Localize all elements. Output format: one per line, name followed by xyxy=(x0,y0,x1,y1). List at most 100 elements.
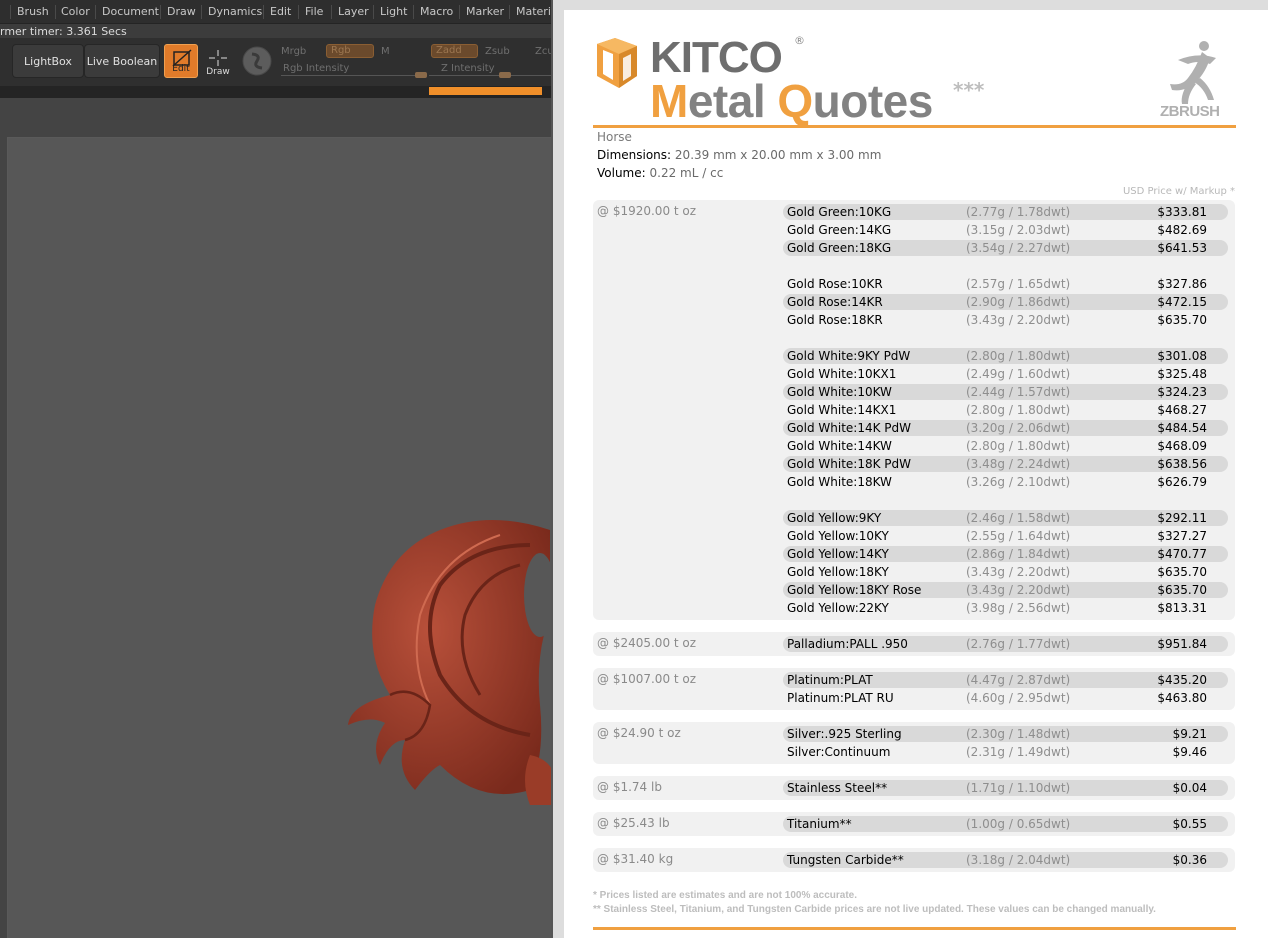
alloy-price: $9.46 xyxy=(1172,745,1207,759)
alloy-name: Gold Yellow:10KY xyxy=(787,529,889,543)
edit-label: Edit xyxy=(172,64,190,74)
mrgb-label[interactable]: Mrgb xyxy=(281,46,306,57)
rgb-intensity-label: Rgb Intensity xyxy=(283,63,350,74)
m-label[interactable]: M xyxy=(381,46,390,57)
lightbox-button[interactable]: LightBox xyxy=(12,44,84,78)
menu-separator xyxy=(160,5,161,19)
zbrush-wordmark: ZBRUSH xyxy=(1160,103,1220,120)
rgb-toggle[interactable]: Rgb xyxy=(326,44,374,58)
menu-separator xyxy=(201,5,202,19)
menu-separator xyxy=(10,5,11,19)
menu-separator xyxy=(413,5,414,19)
dimensions-value: 20.39 mm x 20.00 mm x 3.00 mm xyxy=(674,148,882,162)
alloy-price: $470.77 xyxy=(1157,547,1207,561)
quote-row: Stainless Steel** (1.71g / 1.10dwt) $0.04 xyxy=(783,780,1228,796)
title-etal: etal xyxy=(687,75,778,127)
horse-mane-model[interactable] xyxy=(330,505,556,805)
menu-dynamics[interactable]: Dynamics xyxy=(208,5,262,18)
registered-mark: ® xyxy=(794,34,805,47)
quote-row: Gold Yellow:22KY (3.98g / 2.56dwt) $813.31 xyxy=(783,600,1228,616)
quote-row: Gold Rose:14KR (2.90g / 1.86dwt) $472.15 xyxy=(783,294,1228,310)
edit-mode-button[interactable]: Edit xyxy=(164,44,198,78)
quote-row: Gold Yellow:10KY (2.55g / 1.64dwt) $327.27 xyxy=(783,528,1228,544)
menu-color[interactable]: Color xyxy=(61,5,90,18)
alloy-name: Titanium** xyxy=(787,817,852,831)
alloy-weight: (3.48g / 2.24dwt) xyxy=(966,457,1071,471)
alloy-weight: (2.46g / 1.58dwt) xyxy=(966,511,1071,525)
menu-file[interactable]: File xyxy=(305,5,323,18)
alloy-price: $9.21 xyxy=(1172,727,1207,741)
quote-row: Gold Rose:18KR (3.43g / 2.20dwt) $635.70 xyxy=(783,312,1228,328)
title-stars: *** xyxy=(953,78,985,102)
quote-row: Gold Green:18KG (3.54g / 2.27dwt) $641.53 xyxy=(783,240,1228,256)
footnote-manual-prices: ** Stainless Steel, Titanium, and Tungst… xyxy=(593,904,1156,915)
usd-price-note: USD Price w/ Markup * xyxy=(1122,186,1235,197)
menu-separator xyxy=(373,5,374,19)
menu-separator xyxy=(509,5,510,19)
menu-marker[interactable]: Marker xyxy=(466,5,504,18)
alloy-price: $482.69 xyxy=(1157,223,1207,237)
alloy-name: Silver:.925 Sterling xyxy=(787,727,902,741)
title-uotes: uotes xyxy=(812,75,934,127)
alloy-price: $463.80 xyxy=(1157,691,1207,705)
menu-brush[interactable]: Brush xyxy=(17,5,49,18)
quote-row: Tungsten Carbide** (3.18g / 2.04dwt) $0.36 xyxy=(783,852,1228,868)
live-boolean-button[interactable]: Live Boolean xyxy=(84,44,160,78)
menu-layer[interactable]: Layer xyxy=(338,5,369,18)
quote-row: Gold White:10KW (2.44g / 1.57dwt) $324.23 xyxy=(783,384,1228,400)
menu-macro[interactable]: Macro xyxy=(420,5,453,18)
quote-row: Gold White:18K PdW (3.48g / 2.24dwt) $638.… xyxy=(783,456,1228,472)
alloy-price: $325.48 xyxy=(1157,367,1207,381)
z-intensity-knob[interactable] xyxy=(499,72,511,78)
quote-row: Gold Yellow:18KY Rose (3.43g / 2.20dwt) $6… xyxy=(783,582,1228,598)
alloy-weight: (3.18g / 2.04dwt) xyxy=(966,853,1071,867)
alloy-weight: (2.31g / 1.49dwt) xyxy=(966,745,1071,759)
menu-draw[interactable]: Draw xyxy=(167,5,196,18)
alloy-price: $292.11 xyxy=(1157,511,1207,525)
alloy-price: $468.09 xyxy=(1157,439,1207,453)
alloy-weight: (2.44g / 1.57dwt) xyxy=(966,385,1071,399)
model-name: Horse xyxy=(597,130,632,144)
sphere-brush-icon[interactable] xyxy=(241,45,273,77)
rgb-intensity-slider[interactable] xyxy=(281,75,427,76)
volume-line: Volume: 0.22 mL / cc xyxy=(597,166,723,180)
alloy-name: Gold White:18K PdW xyxy=(787,457,912,471)
draw-mode-button[interactable]: Draw xyxy=(203,44,233,78)
rgb-intensity-knob[interactable] xyxy=(415,72,427,78)
alloy-name: Stainless Steel** xyxy=(787,781,888,795)
kitco-cube-icon xyxy=(597,38,637,88)
alloy-weight: (2.80g / 1.80dwt) xyxy=(966,403,1071,417)
alloy-price: $0.04 xyxy=(1172,781,1207,795)
alloy-name: Gold Yellow:18KY xyxy=(787,565,889,579)
alloy-price: $951.84 xyxy=(1157,637,1207,651)
quote-row: Gold White:9KY PdW (2.80g / 1.80dwt) $301.… xyxy=(783,348,1228,364)
alloy-weight: (3.43g / 2.20dwt) xyxy=(966,565,1071,579)
alloy-name: Gold Yellow:22KY xyxy=(787,601,889,615)
menu-separator xyxy=(95,5,96,19)
quote-row: Gold Yellow:18KY (3.43g / 2.20dwt) $635.70 xyxy=(783,564,1228,580)
spot-price-label: @ $1.74 lb xyxy=(597,780,662,794)
quote-row: Gold Green:10KG (2.77g / 1.78dwt) $333.81 xyxy=(783,204,1228,220)
alloy-price: $638.56 xyxy=(1157,457,1207,471)
quote-row: Palladium:PALL .950 (2.76g / 1.77dwt) $951… xyxy=(783,636,1228,652)
menu-separator xyxy=(298,5,299,19)
alloy-weight: (4.47g / 2.87dwt) xyxy=(966,673,1071,687)
menu-light[interactable]: Light xyxy=(380,5,407,18)
alloy-weight: (3.26g / 2.10dwt) xyxy=(966,475,1071,489)
footer-divider xyxy=(593,927,1236,930)
alloy-name: Gold Green:14KG xyxy=(787,223,892,237)
alloy-price: $333.81 xyxy=(1157,205,1207,219)
z-intensity-slider[interactable] xyxy=(429,75,551,76)
zsub-label[interactable]: Zsub xyxy=(485,46,510,57)
alloy-name: Gold Yellow:18KY Rose xyxy=(787,583,922,597)
alloy-price: $635.70 xyxy=(1157,313,1207,327)
alloy-weight: (2.30g / 1.48dwt) xyxy=(966,727,1071,741)
alloy-name: Gold Green:10KG xyxy=(787,205,892,219)
spot-price-label: @ $24.90 t oz xyxy=(597,726,681,740)
menu-document[interactable]: Document xyxy=(102,5,159,18)
zadd-toggle[interactable]: Zadd xyxy=(431,44,478,58)
alloy-name: Gold Yellow:14KY xyxy=(787,547,889,561)
menu-separator xyxy=(331,5,332,19)
menu-edit[interactable]: Edit xyxy=(270,5,291,18)
alloy-name: Gold White:14KX1 xyxy=(787,403,897,417)
